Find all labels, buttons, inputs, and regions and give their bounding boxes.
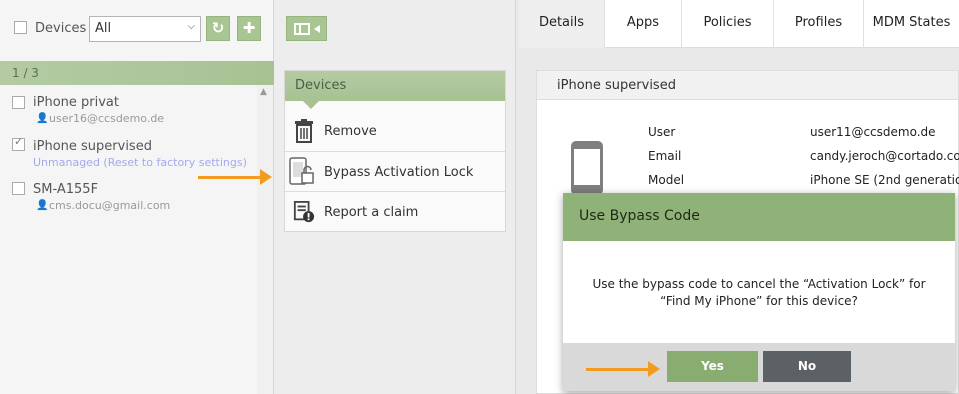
device-name: iPhone privat — [33, 95, 119, 110]
menu-title: Devices — [285, 71, 505, 109]
device-actions-menu: Devices Remove Bypass Activation Lock Re… — [284, 70, 506, 232]
device-user-email: cms.docu@gmail.com — [49, 199, 171, 212]
detail-value-model: iPhone SE (2nd generation) — [810, 173, 959, 187]
devices-label: Devices — [35, 21, 87, 36]
tab-label: Policies — [703, 15, 752, 30]
remove-action[interactable]: Remove — [285, 111, 505, 151]
smartphone-icon — [571, 141, 603, 195]
detail-label-model: Model — [648, 173, 685, 187]
dialog-title: Use Bypass Code — [563, 193, 955, 241]
add-device-button[interactable]: ✚ — [237, 16, 261, 41]
chevron-down-icon: ⌵ — [187, 21, 195, 32]
plus-icon: ✚ — [242, 19, 256, 37]
device-checkbox[interactable] — [12, 96, 25, 109]
tab-apps[interactable]: Apps — [605, 0, 682, 48]
report-claim-icon — [293, 201, 315, 223]
device-filter-value: All — [95, 21, 112, 36]
tab-policies[interactable]: Policies — [682, 0, 774, 48]
details-tabs: Details Apps Policies Profiles MDM State… — [519, 0, 959, 48]
tab-label: MDM States — [872, 15, 951, 30]
collapse-arrow-icon — [314, 25, 320, 33]
device-status: Unmanaged (Reset to factory settings) — [33, 156, 247, 169]
device-list-toolbar: Devices All ⌵ ↻ ✚ — [0, 0, 273, 61]
scroll-up-icon[interactable]: ▲ — [260, 87, 267, 97]
list-item[interactable]: iPhone privat 👤 user16@ccsdemo.de — [0, 93, 258, 133]
toggle-sidebar-button[interactable] — [286, 16, 327, 41]
device-count: 1 / 3 — [12, 66, 39, 80]
detail-label-email: Email — [648, 149, 682, 163]
bypass-lock-icon — [289, 157, 314, 185]
device-name: iPhone supervised — [33, 139, 152, 154]
remove-label: Remove — [324, 124, 377, 139]
device-count-bar: 1 / 3 — [0, 61, 274, 85]
scrollbar[interactable]: ▲ — [257, 85, 273, 394]
select-all-checkbox[interactable] — [14, 21, 27, 34]
actions-pane: Devices Remove Bypass Activation Lock Re… — [274, 0, 516, 394]
tab-label: Apps — [626, 15, 660, 30]
bypass-code-dialog: Use Bypass Code Use the bypass code to c… — [563, 193, 955, 391]
refresh-button[interactable]: ↻ — [206, 16, 230, 41]
checkmark-icon: ✓ — [14, 135, 24, 148]
device-list: iPhone privat 👤 user16@ccsdemo.de ✓ iPho… — [0, 85, 258, 394]
bypass-activation-lock-action[interactable]: Bypass Activation Lock — [285, 151, 505, 191]
device-name: SM-A155F — [33, 182, 99, 197]
device-list-pane: Devices All ⌵ ↻ ✚ 1 / 3 iPhone privat 👤 … — [0, 0, 274, 394]
report-claim-label: Report a claim — [324, 205, 419, 220]
tab-mdm-states[interactable]: MDM States — [864, 0, 959, 48]
list-item[interactable]: ✓ iPhone supervised Unmanaged (Reset to … — [0, 135, 258, 177]
list-item[interactable]: SM-A155F 👤 cms.docu@gmail.com — [0, 181, 258, 221]
report-claim-action[interactable]: Report a claim — [285, 191, 505, 231]
tab-label: Details — [538, 15, 585, 30]
refresh-icon: ↻ — [211, 19, 225, 37]
dialog-footer: Yes No — [563, 343, 955, 391]
device-checkbox[interactable] — [12, 182, 25, 195]
tab-details[interactable]: Details — [519, 0, 605, 48]
device-checkbox-checked[interactable]: ✓ — [12, 135, 25, 151]
yes-button[interactable]: Yes — [667, 351, 758, 382]
trash-icon — [295, 119, 313, 143]
tab-profiles[interactable]: Profiles — [774, 0, 864, 48]
device-filter-select[interactable]: All ⌵ — [89, 16, 201, 42]
detail-label-user: User — [648, 125, 676, 139]
user-icon: 👤 — [36, 113, 49, 124]
user-icon: 👤 — [36, 200, 49, 211]
panel-icon — [294, 23, 310, 35]
detail-value-email: candy.jeroch@cortado.com — [810, 149, 959, 163]
annotation-arrow-icon — [586, 361, 660, 377]
device-details-title: iPhone supervised — [537, 71, 958, 100]
annotation-arrow-icon — [198, 169, 272, 185]
dialog-message: Use the bypass code to cancel the “Activ… — [592, 277, 926, 308]
no-button[interactable]: No — [763, 351, 851, 382]
bypass-activation-lock-label: Bypass Activation Lock — [324, 165, 474, 180]
device-user-email: user16@ccsdemo.de — [49, 112, 165, 125]
tab-label: Profiles — [794, 15, 843, 30]
detail-value-user: user11@ccsdemo.de — [810, 125, 936, 139]
